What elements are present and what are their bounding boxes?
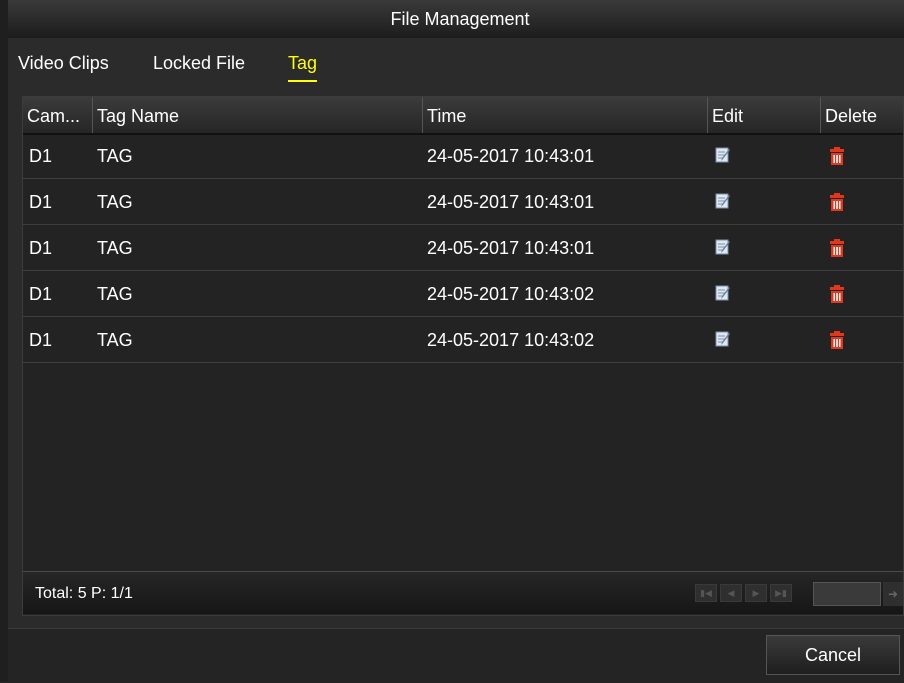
- total-count: Total: 5 P: 1/1: [35, 585, 133, 602]
- table-footer: Total: 5 P: 1/1 ▮◀ ◀ ▶ ▶▮ ➜: [23, 571, 903, 614]
- next-page-icon[interactable]: ▶: [745, 584, 767, 602]
- tab-locked-file[interactable]: Locked File: [153, 50, 245, 80]
- tab-video-clips[interactable]: Video Clips: [18, 50, 109, 80]
- trash-icon[interactable]: [829, 193, 847, 211]
- tag-name-cell: TAG: [97, 238, 133, 258]
- table-header: Cam... Tag Name Time Edit Delete: [23, 97, 903, 135]
- edit-icon[interactable]: [715, 193, 733, 211]
- column-header-edit: Edit: [708, 97, 821, 133]
- last-page-icon[interactable]: ▶▮: [770, 584, 792, 602]
- tag-name-cell: TAG: [97, 330, 133, 350]
- column-header-time[interactable]: Time: [423, 97, 708, 133]
- window-title: File Management: [8, 0, 904, 38]
- table-row[interactable]: D1 TAG 24-05-2017 10:43:02: [23, 271, 903, 317]
- column-header-tag-name[interactable]: Tag Name: [93, 97, 423, 133]
- trash-icon[interactable]: [829, 285, 847, 303]
- column-header-camera[interactable]: Cam...: [23, 97, 93, 133]
- trash-icon[interactable]: [829, 239, 847, 257]
- tag-table: Cam... Tag Name Time Edit Delete D1 TAG 24…: [22, 96, 904, 616]
- camera-cell: D1: [29, 192, 53, 212]
- edit-icon[interactable]: [715, 331, 733, 349]
- table-row[interactable]: D1 TAG 24-05-2017 10:43:01: [23, 133, 903, 179]
- first-page-icon[interactable]: ▮◀: [695, 584, 717, 602]
- tag-name-cell: TAG: [97, 146, 133, 166]
- camera-cell: D1: [29, 284, 53, 304]
- edit-icon[interactable]: [715, 285, 733, 303]
- table-row[interactable]: D1 TAG 24-05-2017 10:43:01: [23, 179, 903, 225]
- camera-cell: D1: [29, 146, 53, 166]
- bottom-bar: Cancel: [8, 628, 904, 683]
- page-number-input[interactable]: [813, 582, 881, 606]
- go-icon[interactable]: ➜: [883, 582, 903, 606]
- cancel-button[interactable]: Cancel: [766, 635, 900, 675]
- edit-icon[interactable]: [715, 239, 733, 257]
- time-cell: 24-05-2017 10:43:02: [427, 330, 595, 350]
- column-header-delete: Delete: [825, 106, 878, 126]
- camera-cell: D1: [29, 238, 53, 258]
- tag-name-cell: TAG: [97, 284, 133, 304]
- table-row[interactable]: D1 TAG 24-05-2017 10:43:01: [23, 225, 903, 271]
- edit-icon[interactable]: [715, 147, 733, 165]
- time-cell: 24-05-2017 10:43:01: [427, 238, 595, 258]
- camera-cell: D1: [29, 330, 53, 350]
- prev-page-icon[interactable]: ◀: [720, 584, 742, 602]
- tag-name-cell: TAG: [97, 192, 133, 212]
- table-row[interactable]: D1 TAG 24-05-2017 10:43:02: [23, 317, 903, 363]
- trash-icon[interactable]: [829, 331, 847, 349]
- trash-icon[interactable]: [829, 147, 847, 165]
- file-management-window: File Management Video Clips Locked File …: [0, 0, 904, 683]
- time-cell: 24-05-2017 10:43:02: [427, 284, 595, 304]
- tab-tag[interactable]: Tag: [288, 50, 318, 82]
- time-cell: 24-05-2017 10:43:01: [427, 192, 595, 212]
- time-cell: 24-05-2017 10:43:01: [427, 146, 595, 166]
